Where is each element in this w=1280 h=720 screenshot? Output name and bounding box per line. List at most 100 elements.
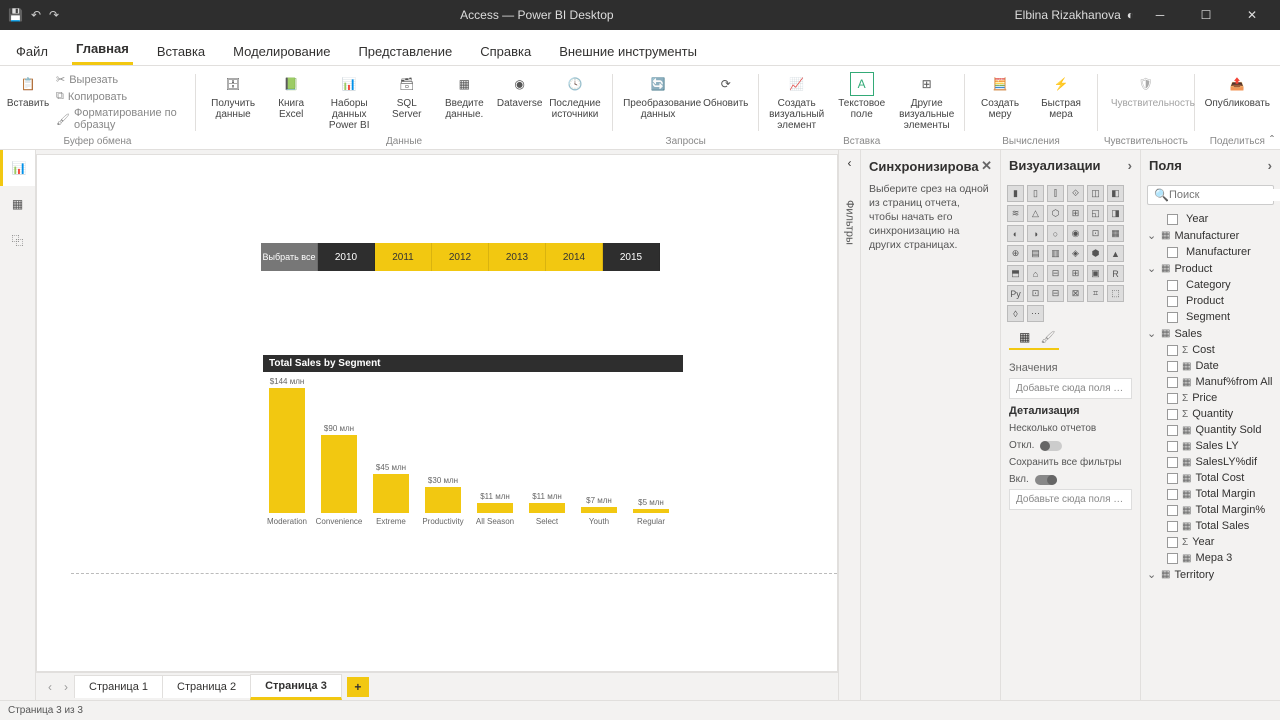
quick-measure-button[interactable]: ⚡Быстрая мера — [1031, 70, 1091, 122]
menu-help[interactable]: Справка — [476, 38, 535, 65]
viz-type-11[interactable]: ◨ — [1107, 205, 1124, 222]
slicer-select-all[interactable]: Выбрать все — [261, 243, 318, 271]
viz-type-29[interactable]: R — [1107, 265, 1124, 282]
undo-icon[interactable]: ↶ — [31, 8, 41, 22]
report-view-button[interactable]: 📊 — [0, 150, 35, 186]
maximize-button[interactable]: ☐ — [1186, 0, 1226, 30]
viz-type-31[interactable]: ⊡ — [1027, 285, 1044, 302]
page-tab-3[interactable]: Страница 3 — [250, 674, 342, 700]
copy-button[interactable]: ⧉ Копировать — [52, 89, 189, 104]
viz-type-2[interactable]: ⫿ — [1047, 185, 1064, 202]
refresh-button[interactable]: ⟳Обновить — [699, 70, 752, 122]
table-product[interactable]: ⌄▦Product — [1145, 260, 1276, 277]
slicer-year-2012[interactable]: 2012 — [432, 243, 489, 271]
viz-type-14[interactable]: ○ — [1047, 225, 1064, 242]
menu-external[interactable]: Внешние инструменты — [555, 38, 701, 65]
field-date[interactable]: ▦Date — [1145, 358, 1276, 374]
slicer-year-2011[interactable]: 2011 — [375, 243, 432, 271]
viz-type-8[interactable]: ⬡ — [1047, 205, 1064, 222]
viz-type-37[interactable]: ⋯ — [1027, 305, 1044, 322]
page-prev-icon[interactable]: ‹ — [42, 680, 58, 694]
menu-view[interactable]: Представление — [354, 38, 456, 65]
menu-file[interactable]: Файл — [12, 38, 52, 65]
bar-moderation[interactable]: $144 млнModeration — [267, 377, 307, 526]
paste-button[interactable]: 📋Вставить — [6, 70, 50, 132]
keep-filters-toggle[interactable] — [1035, 475, 1057, 485]
filters-expand-icon[interactable]: ‹ — [848, 156, 852, 170]
viz-type-6[interactable]: ≋ — [1007, 205, 1024, 222]
add-page-button[interactable]: + — [347, 677, 369, 697]
field-total-cost[interactable]: ▦Total Cost — [1145, 470, 1276, 486]
viz-type-22[interactable]: ⬢ — [1087, 245, 1104, 262]
new-measure-button[interactable]: 🧮Создать меру — [971, 70, 1029, 122]
data-view-button[interactable]: ▦ — [0, 186, 35, 222]
viz-type-7[interactable]: △ — [1027, 205, 1044, 222]
viz-type-15[interactable]: ◉ — [1067, 225, 1084, 242]
slicer-year-2015[interactable]: 2015 — [603, 243, 660, 271]
slicer-year-2014[interactable]: 2014 — [546, 243, 603, 271]
viz-type-17[interactable]: ▦ — [1107, 225, 1124, 242]
bar-regular[interactable]: $5 млнRegular — [631, 498, 671, 526]
viz-type-23[interactable]: ▲ — [1107, 245, 1124, 262]
viz-type-25[interactable]: ⌂ — [1027, 265, 1044, 282]
user-avatar-icon[interactable]: ◐ — [1127, 8, 1134, 22]
report-canvas[interactable]: Выбрать все 2010 2011 2012 2013 2014 201… — [36, 154, 838, 672]
table-territory[interactable]: ⌄▦Territory — [1145, 566, 1276, 583]
viz-type-35[interactable]: ⬚ — [1107, 285, 1124, 302]
bar-productivity[interactable]: $30 млнProductivity — [423, 476, 463, 526]
viz-type-33[interactable]: ⊠ — [1067, 285, 1084, 302]
field-salesly%dif[interactable]: ▦SalesLY%dif — [1145, 454, 1276, 470]
viz-type-36[interactable]: ◊ — [1007, 305, 1024, 322]
bar-all season[interactable]: $11 млнAll Season — [475, 492, 515, 526]
field-cost[interactable]: ΣCost — [1145, 342, 1276, 358]
menu-insert[interactable]: Вставка — [153, 38, 209, 65]
cut-button[interactable]: ✂ Вырезать — [52, 72, 189, 87]
viz-type-24[interactable]: ⬒ — [1007, 265, 1024, 282]
viz-type-9[interactable]: ⊞ — [1067, 205, 1084, 222]
page-tab-1[interactable]: Страница 1 — [74, 675, 163, 698]
viz-type-21[interactable]: ◈ — [1067, 245, 1084, 262]
get-data-button[interactable]: 🗄Получить данные — [202, 70, 265, 133]
model-view-button[interactable]: ⿻ — [0, 222, 35, 258]
viz-type-27[interactable]: ⊞ — [1067, 265, 1084, 282]
field-total-sales[interactable]: ▦Total Sales — [1145, 518, 1276, 534]
slicer-year-2013[interactable]: 2013 — [489, 243, 546, 271]
viz-type-4[interactable]: ◫ — [1087, 185, 1104, 202]
fields-search-input[interactable] — [1169, 189, 1280, 201]
viz-type-18[interactable]: ⊕ — [1007, 245, 1024, 262]
viz-type-1[interactable]: ▯ — [1027, 185, 1044, 202]
field-quantity[interactable]: ΣQuantity — [1145, 406, 1276, 422]
recent-sources-button[interactable]: 🕓Последние источники — [544, 70, 607, 133]
viz-type-3[interactable]: ⟐ — [1067, 185, 1084, 202]
viz-type-10[interactable]: ◱ — [1087, 205, 1104, 222]
field-segment[interactable]: Segment — [1145, 309, 1276, 325]
field-quantity-sold[interactable]: ▦Quantity Sold — [1145, 422, 1276, 438]
field-manufacturer[interactable]: Manufacturer — [1145, 244, 1276, 260]
field-year[interactable]: Year — [1145, 211, 1276, 227]
viz-type-20[interactable]: ▥ — [1047, 245, 1064, 262]
save-icon[interactable]: 💾 — [8, 8, 23, 22]
viz-type-32[interactable]: ⊟ — [1047, 285, 1064, 302]
excel-button[interactable]: 📗Книга Excel — [266, 70, 315, 133]
viz-collapse-icon[interactable]: › — [1128, 158, 1132, 173]
field-manuf%from-all[interactable]: ▦Manuf%from All — [1145, 374, 1276, 390]
field-мера-3[interactable]: ▦Мера 3 — [1145, 550, 1276, 566]
minimize-button[interactable]: ─ — [1140, 0, 1180, 30]
close-button[interactable]: ✕ — [1232, 0, 1272, 30]
fields-search[interactable]: 🔍 — [1147, 185, 1274, 205]
sync-close-icon[interactable]: ✕ — [981, 158, 992, 174]
transform-data-button[interactable]: 🔄Преобразование данных — [619, 70, 697, 122]
bar-select[interactable]: $11 млнSelect — [527, 492, 567, 526]
cross-report-toggle[interactable] — [1040, 441, 1062, 451]
menu-home[interactable]: Главная — [72, 35, 133, 65]
redo-icon[interactable]: ↷ — [49, 8, 59, 22]
viz-type-12[interactable]: ◐ — [1007, 225, 1024, 242]
sql-server-button[interactable]: 🗃SQL Server — [383, 70, 431, 133]
values-dropzone[interactable]: Добавьте сюда поля с дан... — [1009, 378, 1132, 399]
pbi-datasets-button[interactable]: 📊Наборы данных Power BI — [318, 70, 381, 133]
drill-dropzone[interactable]: Добавьте сюда поля дета... — [1009, 489, 1132, 510]
field-category[interactable]: Category — [1145, 277, 1276, 293]
format-tab-icon[interactable]: 🖌 — [1040, 330, 1055, 344]
viz-type-0[interactable]: ▮ — [1007, 185, 1024, 202]
viz-type-16[interactable]: ⊡ — [1087, 225, 1104, 242]
